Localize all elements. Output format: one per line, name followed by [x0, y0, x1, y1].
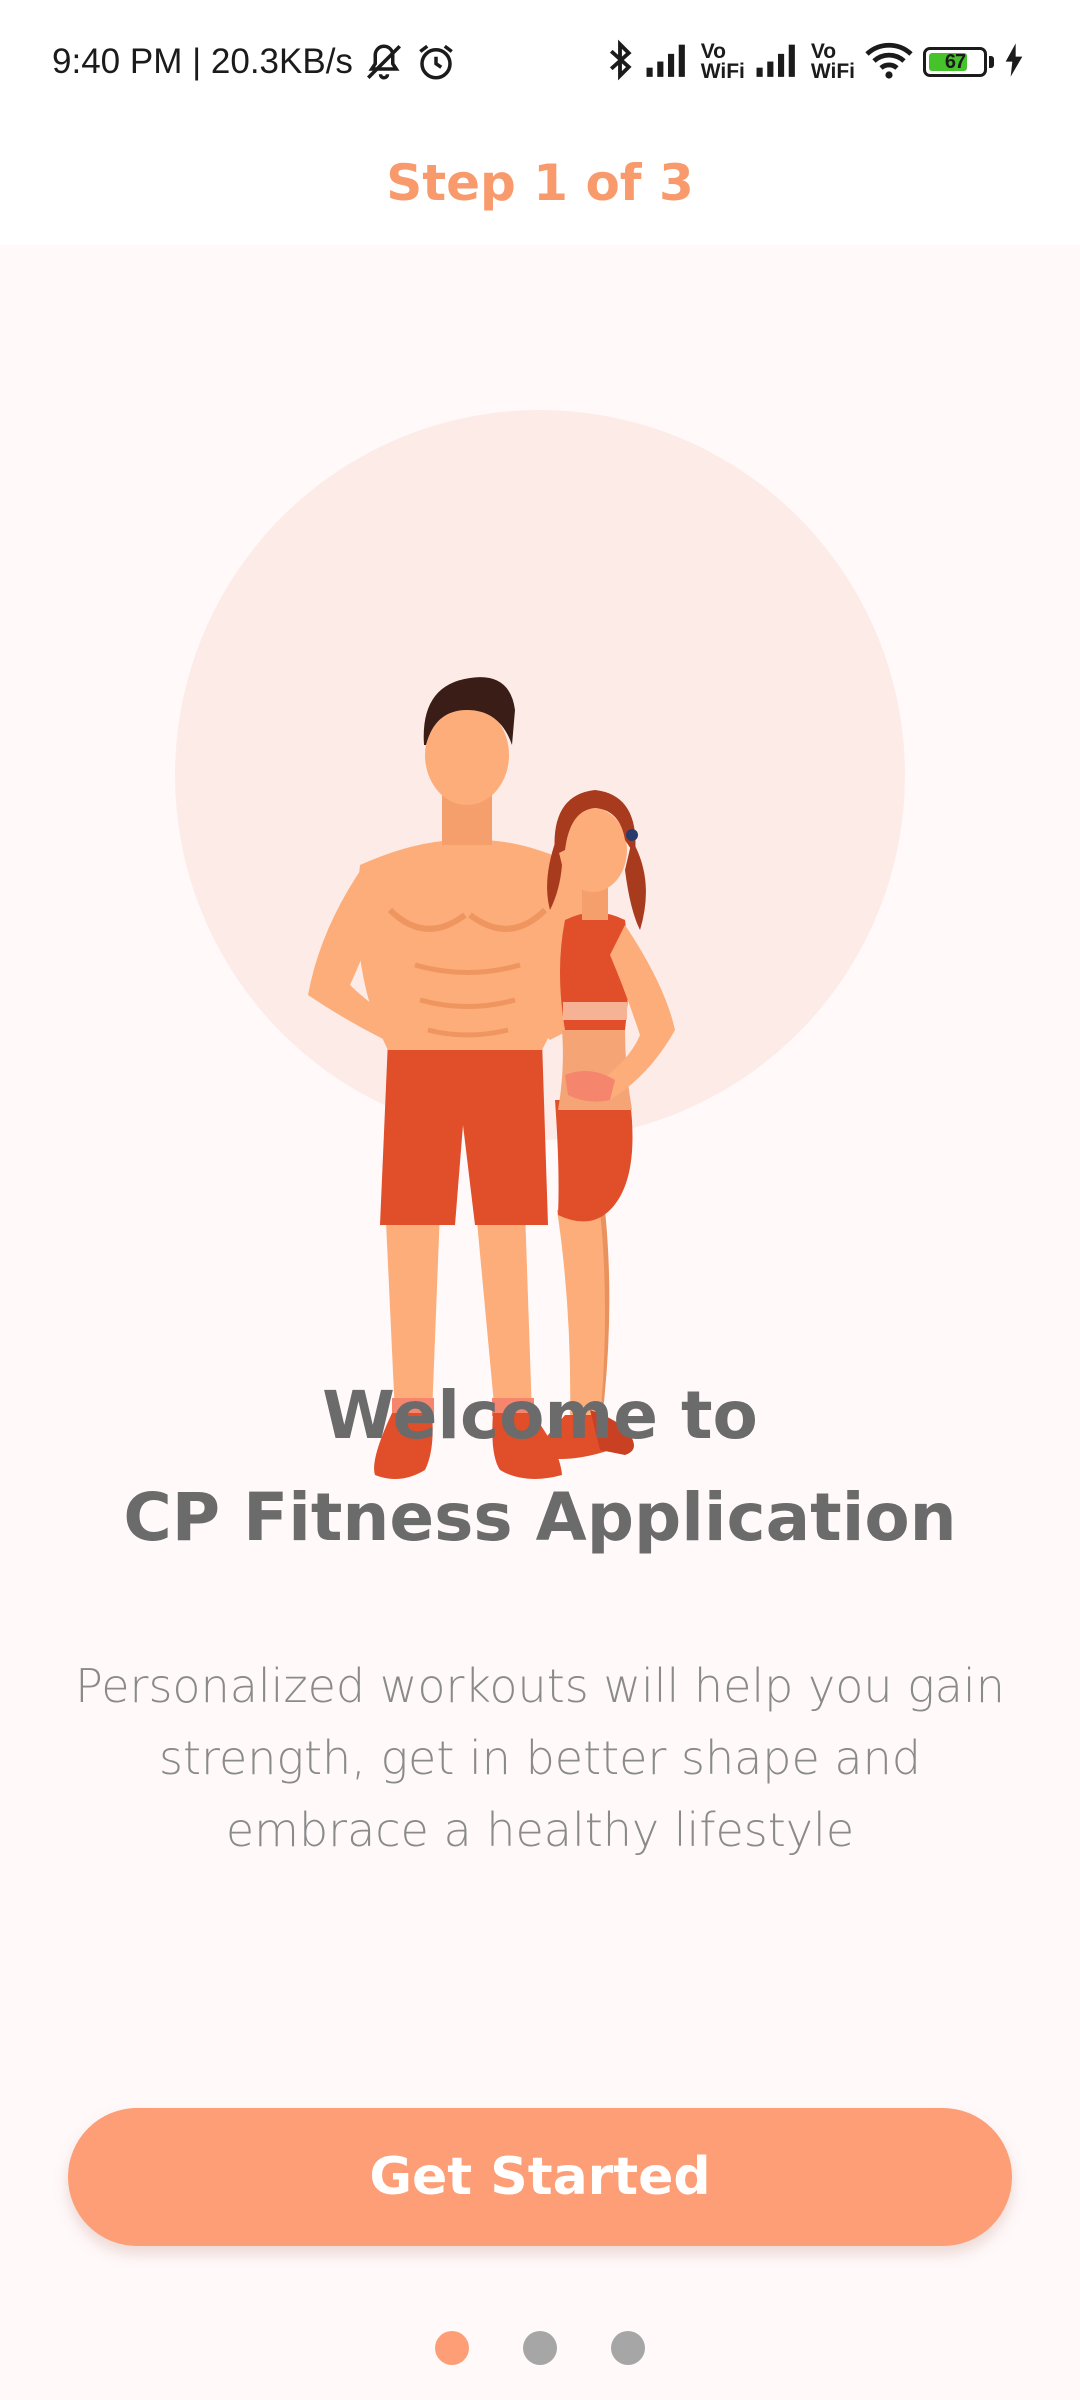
fitness-couple-illustration: [175, 410, 905, 1479]
page-indicator-dot-1[interactable]: [435, 2331, 469, 2365]
welcome-title: Welcome to CP Fitness Application: [40, 1365, 1040, 1569]
signal-icon: [645, 43, 691, 81]
onboarding-screen: 9:40 PM | 20.3KB/s Vo WiFi Vo WiFi 67 St…: [0, 0, 1080, 2400]
charging-icon: [1004, 43, 1024, 81]
welcome-title-line-1: Welcome to: [322, 1377, 758, 1454]
page-indicator-dot-3[interactable]: [611, 2331, 645, 2365]
battery-level: 67: [944, 50, 966, 73]
vowifi-indicator-1: Vo WiFi: [700, 40, 745, 83]
vowifi-indicator-2: Vo WiFi: [810, 40, 855, 83]
status-time-speed: 9:40 PM | 20.3KB/s: [52, 42, 353, 81]
page-indicator: [0, 2331, 1080, 2367]
alarm-icon: [415, 41, 457, 83]
welcome-title-line-2: CP Fitness Application: [123, 1479, 957, 1556]
status-left: 9:40 PM | 20.3KB/s: [52, 36, 457, 88]
welcome-description: Personalized workouts will help you gain…: [75, 1659, 1005, 1857]
wifi-icon: [865, 40, 913, 84]
step-header: Step 1 of 3: [0, 120, 1080, 245]
status-right: Vo WiFi Vo WiFi 67: [605, 36, 1024, 88]
onboarding-content: Welcome to CP Fitness Application Person…: [0, 245, 1080, 2400]
signal-icon: [755, 43, 801, 81]
status-bar: 9:40 PM | 20.3KB/s Vo WiFi Vo WiFi 67: [0, 0, 1080, 120]
page-indicator-dot-2[interactable]: [523, 2331, 557, 2365]
bell-off-icon: [363, 41, 405, 83]
battery-icon: 67: [923, 47, 987, 77]
bluetooth-icon: [605, 39, 635, 85]
get-started-button[interactable]: Get Started: [68, 2108, 1012, 2246]
step-indicator-label: Step 1 of 3: [386, 153, 694, 212]
